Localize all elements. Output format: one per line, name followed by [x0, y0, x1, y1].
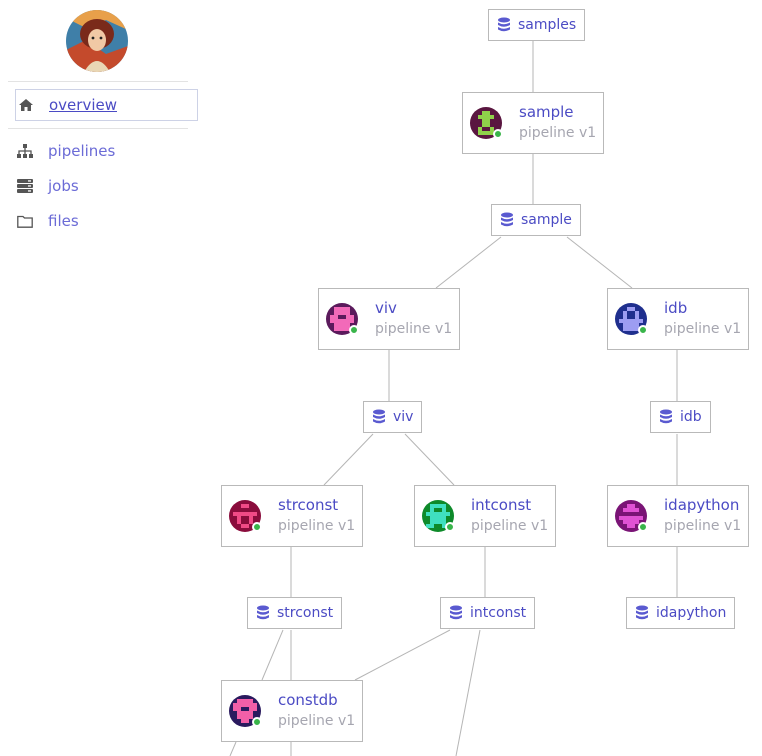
dataset-label: samples [518, 17, 577, 33]
status-indicator [638, 522, 648, 532]
pipeline-node-strconst[interactable]: strconst pipeline v1 [221, 485, 363, 547]
status-indicator [252, 717, 262, 727]
pipeline-node-idb[interactable]: idb pipeline v1 [607, 288, 749, 350]
database-icon [498, 17, 510, 32]
pipeline-version: pipeline v1 [278, 518, 356, 534]
status-indicator [349, 325, 359, 335]
database-icon [450, 605, 462, 620]
dataset-node-samples[interactable]: samples [488, 9, 586, 41]
pipeline-name: idapython [664, 496, 740, 514]
pipeline-name: viv [375, 299, 397, 317]
database-icon [501, 212, 513, 227]
edge [354, 629, 451, 681]
dataset-label: idapython [656, 605, 727, 621]
pipeline-version: pipeline v1 [471, 518, 549, 534]
database-icon [636, 605, 648, 620]
dataset-label: intconst [470, 605, 527, 621]
database-icon [373, 409, 385, 424]
pipeline-node-sample[interactable]: sample pipeline v1 [462, 92, 604, 154]
dataset-node-idapython[interactable]: idapython [626, 597, 736, 629]
edge [323, 433, 374, 486]
dataset-node-strconst[interactable]: strconst [247, 597, 343, 629]
database-icon [257, 605, 269, 620]
dataset-label: strconst [277, 605, 334, 621]
edge [566, 236, 633, 289]
pipeline-node-constdb[interactable]: constdb pipeline v1 [221, 680, 363, 742]
dataset-label: idb [680, 409, 702, 425]
pipeline-name: sample [519, 103, 574, 121]
pipeline-name: strconst [278, 496, 339, 514]
pipeline-version: pipeline v1 [375, 321, 453, 337]
graph-edges [229, 41, 678, 756]
pipeline-version: pipeline v1 [278, 713, 356, 729]
edge [455, 629, 481, 756]
status-indicator [493, 129, 503, 139]
dataset-node-intconst[interactable]: intconst [440, 597, 536, 629]
edge [261, 629, 284, 681]
dataset-node-sample[interactable]: sample [491, 204, 581, 236]
pipeline-name: constdb [278, 691, 338, 709]
pipeline-version: pipeline v1 [664, 518, 742, 534]
pipeline-node-intconst[interactable]: intconst pipeline v1 [414, 485, 556, 547]
database-icon [660, 409, 672, 424]
pipeline-version: pipeline v1 [519, 125, 597, 141]
pipeline-name: idb [664, 299, 688, 317]
edge [435, 236, 502, 289]
dataset-node-idb[interactable]: idb [650, 401, 711, 433]
status-indicator [252, 522, 262, 532]
pipeline-name: intconst [471, 496, 532, 514]
edge [229, 741, 237, 756]
dataset-label: viv [393, 409, 414, 425]
pipeline-version: pipeline v1 [664, 321, 742, 337]
dataset-node-viv[interactable]: viv [363, 401, 423, 433]
edge [404, 433, 455, 486]
status-indicator [445, 522, 455, 532]
status-indicator [638, 325, 648, 335]
dataset-label: sample [521, 212, 572, 228]
pipeline-node-viv[interactable]: viv pipeline v1 [318, 288, 460, 350]
pipeline-node-idapython[interactable]: idapython pipeline v1 [607, 485, 749, 547]
